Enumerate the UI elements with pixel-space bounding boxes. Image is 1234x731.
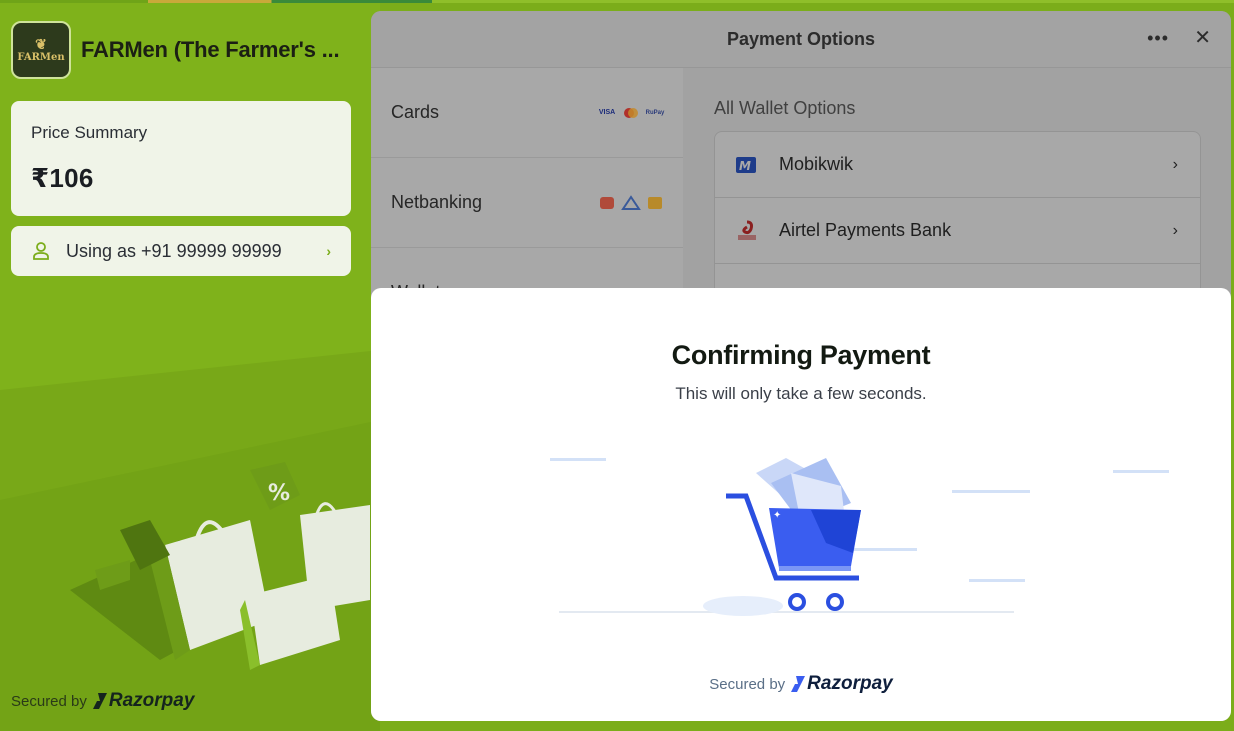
razorpay-brand-text: Razorpay [807,673,893,694]
secured-by-footer: Secured by Razorpay [371,673,1231,695]
bank-logo-icon [621,194,641,210]
wallet-options-heading: All Wallet Options [714,98,856,118]
visa-icon: VISA [598,109,616,116]
user-contact-text: Using as +91 99999 99999 [66,240,282,261]
mobikwik-icon: M [735,153,759,177]
razorpay-brand-text: Razorpay [108,690,195,711]
wallet-name: Mobikwik [779,154,854,174]
user-icon [33,242,49,260]
panel-header: Payment Options ••• ✕ [371,11,1231,68]
method-label: Cards [391,102,440,122]
more-horizontal-icon[interactable]: ••• [1147,28,1169,49]
chevron-right-icon: › [1172,155,1178,173]
cart-wheel [826,593,844,611]
wallet-item-mobikwik[interactable]: M Mobikwik › [715,132,1200,198]
method-netbanking[interactable]: Netbanking [371,158,683,248]
speed-line [851,548,917,551]
sparkle-icon: ✦ [773,510,781,521]
card-network-icons: VISA RuPay [597,106,665,120]
panel-title: Payment Options [726,28,876,49]
secured-by-label: Secured by [709,675,786,693]
top-stripe [0,0,1234,3]
bank-icons [597,194,665,211]
speed-line [550,458,606,461]
razorpay-mark-icon [92,693,107,709]
confirm-title: Confirming Payment [671,340,931,370]
speed-line [969,579,1025,582]
cart-wheel [788,593,806,611]
method-label: Netbanking [391,192,483,212]
close-icon[interactable]: ✕ [1194,25,1211,50]
chevron-right-icon: › [326,243,331,259]
wallet-item-airtel-payments-bank[interactable]: Airtel Payments Bank › [715,198,1200,264]
mastercard-icon [624,107,638,118]
chevron-right-icon: › [1172,221,1178,239]
confirming-payment-dialog: Confirming Payment This will only take a… [371,288,1231,721]
airtel-icon [735,219,759,243]
secured-by-label: Secured by [11,692,87,710]
rupay-icon: RuPay [645,109,665,116]
razorpay-mark-icon [791,676,806,692]
bank-logo-icon [600,196,614,209]
price-amount: ₹106 [31,163,94,193]
secured-by-footer: Secured by Razorpay [11,690,194,712]
method-cards[interactable]: Cards VISA RuPay [371,68,683,158]
speed-line [1113,470,1169,473]
merchant-logo: ❦ FARMen [11,21,71,79]
razorpay-logo: Razorpay [791,673,893,695]
merchant-logo-text: FARMen [17,51,65,63]
shopping-cart-illustration: ✦ [550,458,1169,616]
speed-line [952,490,1030,493]
leaf-icon: ❦ [35,36,47,53]
bank-logo-icon [648,196,662,209]
merchant-name: FARMen (The Farmer's ... [81,37,340,62]
price-summary-label: Price Summary [31,123,148,142]
svg-text:%: % [268,481,290,506]
merchant-header: ❦ FARMen FARMen (The Farmer's ... [11,21,353,79]
user-contact-button[interactable]: Using as +91 99999 99999 › [11,226,351,276]
confirm-subtitle: This will only take a few seconds. [675,384,927,403]
dust-cloud [703,596,783,616]
wallet-name: Airtel Payments Bank [779,220,952,240]
price-summary-card: Price Summary ₹106 [11,101,351,216]
razorpay-logo: Razorpay [92,690,195,712]
svg-text:M: M [739,159,751,173]
cart-rail [779,566,851,571]
